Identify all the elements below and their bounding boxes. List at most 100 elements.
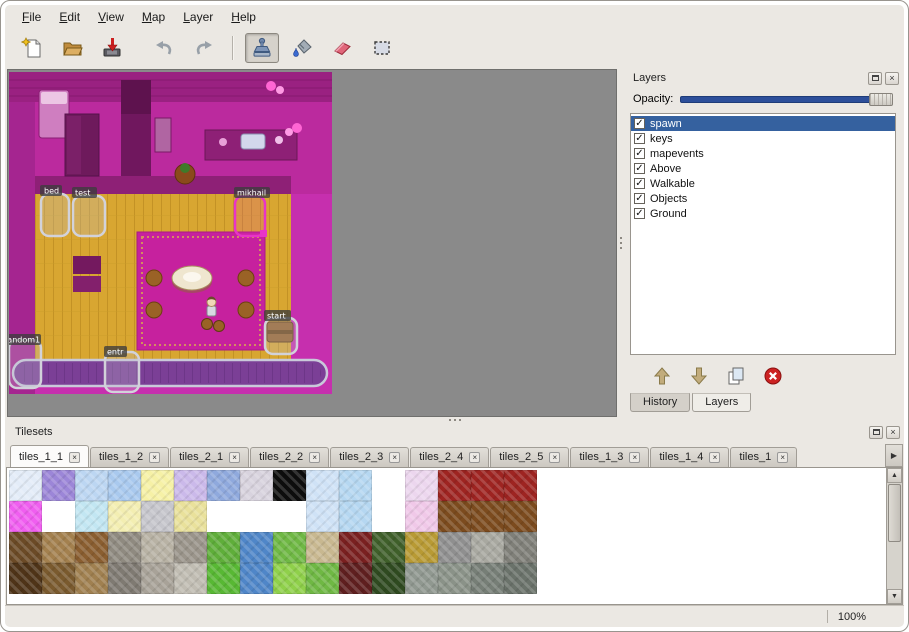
layer-row-above[interactable]: ✓ Above xyxy=(631,161,895,176)
tileset-tile[interactable] xyxy=(141,501,174,532)
tileset-tile[interactable] xyxy=(339,563,372,594)
tileset-tile[interactable] xyxy=(9,532,42,563)
tileset-tile[interactable] xyxy=(141,470,174,501)
tileset-tile[interactable] xyxy=(174,470,207,501)
tileset-tile[interactable] xyxy=(306,501,339,532)
map-view[interactable]: bed test mikhail start random1 entr xyxy=(7,69,617,417)
raise-layer-button[interactable] xyxy=(650,364,674,388)
tab-close-icon[interactable]: × xyxy=(69,452,80,463)
layer-row-keys[interactable]: ✓ keys xyxy=(631,131,895,146)
tileset-tile[interactable] xyxy=(471,532,504,563)
scroll-down-button[interactable]: ▼ xyxy=(887,589,902,604)
tileset-tile[interactable] xyxy=(108,470,141,501)
tab-scroll-right-button[interactable]: ▶ xyxy=(885,444,903,467)
menu-edit[interactable]: Edit xyxy=(50,7,89,27)
tileset-vertical-scrollbar[interactable]: ▲ ▼ xyxy=(886,468,902,604)
tab-close-icon[interactable]: × xyxy=(389,452,400,463)
close-panel-button[interactable]: × xyxy=(885,72,899,85)
tileset-tile[interactable] xyxy=(174,563,207,594)
map-object-start[interactable] xyxy=(265,318,297,354)
rect-select-button[interactable] xyxy=(365,33,399,63)
duplicate-layer-button[interactable] xyxy=(724,364,748,388)
tileset-tile[interactable] xyxy=(75,532,108,563)
menu-layer[interactable]: Layer xyxy=(174,7,222,27)
tileset-tile[interactable] xyxy=(405,532,438,563)
tileset-tile[interactable] xyxy=(42,563,75,594)
tileset-tab-tiles_2_5[interactable]: tiles_2_5 × xyxy=(490,447,569,467)
scroll-up-button[interactable]: ▲ xyxy=(887,468,902,483)
tileset-view[interactable]: ▲ ▼ xyxy=(6,467,903,605)
tab-close-icon[interactable]: × xyxy=(309,452,320,463)
tileset-tile[interactable] xyxy=(207,532,240,563)
new-file-button[interactable] xyxy=(15,33,49,63)
tileset-tile[interactable] xyxy=(207,470,240,501)
save-button[interactable] xyxy=(95,33,129,63)
tileset-tab-tiles_2_4[interactable]: tiles_2_4 × xyxy=(410,447,489,467)
layer-checkbox[interactable]: ✓ xyxy=(634,148,645,159)
tab-layers[interactable]: Layers xyxy=(692,393,751,412)
layer-checkbox[interactable]: ✓ xyxy=(634,208,645,219)
tileset-tile[interactable] xyxy=(372,563,405,594)
menu-map[interactable]: Map xyxy=(133,7,174,27)
tileset-tile[interactable] xyxy=(306,532,339,563)
tileset-tile[interactable] xyxy=(504,470,537,501)
float-panel-button[interactable] xyxy=(868,72,882,85)
tileset-tile[interactable] xyxy=(471,563,504,594)
tileset-tile[interactable] xyxy=(108,563,141,594)
tileset-tile[interactable] xyxy=(108,532,141,563)
tab-history[interactable]: History xyxy=(630,393,690,412)
tileset-tile[interactable] xyxy=(174,532,207,563)
tileset-tile[interactable] xyxy=(273,470,306,501)
layer-checkbox[interactable]: ✓ xyxy=(634,133,645,144)
layer-row-mapevents[interactable]: ✓ mapevents xyxy=(631,146,895,161)
bucket-fill-button[interactable] xyxy=(285,33,319,63)
tab-close-icon[interactable]: × xyxy=(549,452,560,463)
lower-layer-button[interactable] xyxy=(687,364,711,388)
vertical-splitter[interactable] xyxy=(617,69,624,417)
tileset-tile[interactable] xyxy=(504,501,537,532)
stamp-brush-button[interactable] xyxy=(245,33,279,63)
map-object-test[interactable] xyxy=(73,196,105,236)
layer-row-objects[interactable]: ✓ Objects xyxy=(631,191,895,206)
tileset-tile[interactable] xyxy=(273,563,306,594)
menu-help[interactable]: Help xyxy=(222,7,265,27)
map-object-bed[interactable] xyxy=(41,194,69,236)
tileset-tab-tiles_1_3[interactable]: tiles_1_3 × xyxy=(570,447,649,467)
tileset-tile[interactable] xyxy=(240,532,273,563)
tileset-tab-tiles_2_2[interactable]: tiles_2_2 × xyxy=(250,447,329,467)
tileset-tile[interactable] xyxy=(9,563,42,594)
object-resize-handle[interactable] xyxy=(260,230,267,237)
layer-row-ground[interactable]: ✓ Ground xyxy=(631,206,895,221)
tileset-tab-tiles_2_3[interactable]: tiles_2_3 × xyxy=(330,447,409,467)
tileset-tile[interactable] xyxy=(438,470,471,501)
tileset-tile[interactable] xyxy=(372,532,405,563)
tileset-tile[interactable] xyxy=(339,501,372,532)
tileset-tile[interactable] xyxy=(504,563,537,594)
open-button[interactable] xyxy=(55,33,89,63)
tab-close-icon[interactable]: × xyxy=(469,452,480,463)
layer-checkbox[interactable]: ✓ xyxy=(634,178,645,189)
layer-row-walkable[interactable]: ✓ Walkable xyxy=(631,176,895,191)
tileset-tile[interactable] xyxy=(306,563,339,594)
menu-file[interactable]: File xyxy=(13,7,50,27)
redo-button[interactable] xyxy=(187,33,221,63)
menu-view[interactable]: View xyxy=(89,7,133,27)
tileset-tile[interactable] xyxy=(306,470,339,501)
tileset-tile[interactable] xyxy=(42,532,75,563)
tileset-tile[interactable] xyxy=(9,501,42,532)
layer-checkbox[interactable]: ✓ xyxy=(634,118,645,129)
slider-handle[interactable] xyxy=(869,93,893,106)
map-object-entr[interactable] xyxy=(105,352,139,392)
remove-layer-button[interactable] xyxy=(761,364,785,388)
tileset-tile[interactable] xyxy=(438,563,471,594)
tileset-tile[interactable] xyxy=(471,470,504,501)
tab-close-icon[interactable]: × xyxy=(629,452,640,463)
tileset-tile[interactable] xyxy=(405,563,438,594)
tileset-tile[interactable] xyxy=(207,563,240,594)
map-object-random1[interactable] xyxy=(9,340,41,388)
tileset-tile[interactable] xyxy=(75,501,108,532)
tileset-tile[interactable] xyxy=(438,501,471,532)
tileset-tile[interactable] xyxy=(339,470,372,501)
tileset-tab-tiles_2_1[interactable]: tiles_2_1 × xyxy=(170,447,249,467)
tileset-tile[interactable] xyxy=(471,501,504,532)
